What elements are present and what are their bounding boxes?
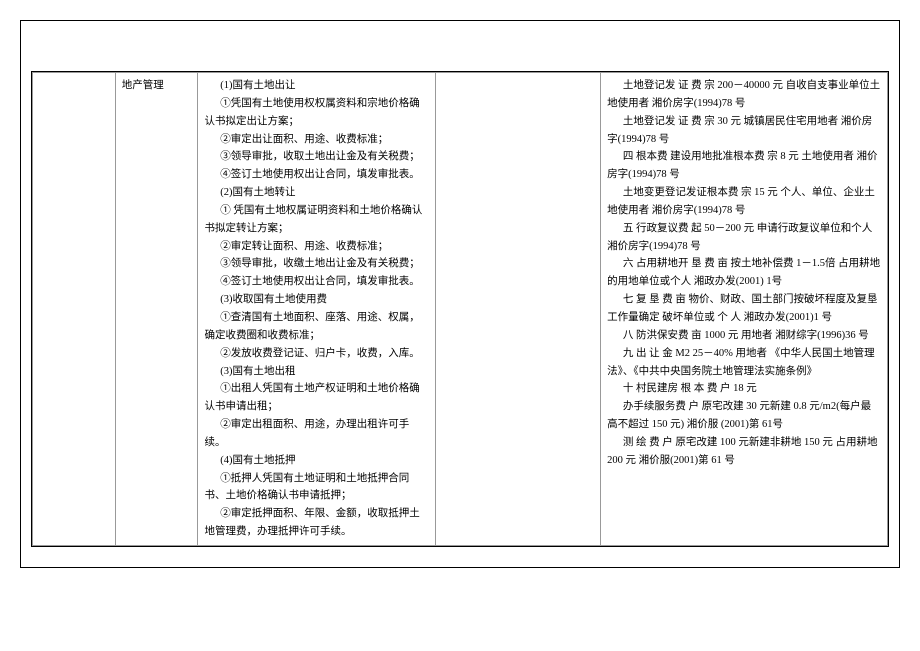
left-content-cell: (1)国有土地出让 ①凭国有土地使用权权属资料和宗地价格确认书拟定出让方案； ②… — [198, 73, 435, 546]
left-item: ① 凭国有土地权属证明资料和土地价格确认书拟定转让方案； — [204, 202, 428, 238]
left-item: ④签订土地使用权出让合同，填发审批表。 — [204, 166, 428, 184]
left-item: ②审定抵押面积、年限、金额，收取抵押土地管理费，办理抵押许可手续。 — [204, 505, 428, 541]
right-item: 土地登记发 证 费 宗 200－40000 元 自收自支事业单位土地使用者 湘价… — [607, 77, 881, 113]
page-outer-frame: 地产管理 (1)国有土地出让 ①凭国有土地使用权权属资料和宗地价格确认书拟定出让… — [20, 20, 900, 568]
empty-cell-1 — [33, 73, 116, 546]
left-item: ①查清国有土地面积、座落、用途、权属，确定收费圈和收费标准； — [204, 309, 428, 345]
page-inner-frame: 地产管理 (1)国有土地出让 ①凭国有土地使用权权属资料和宗地价格确认书拟定出让… — [31, 71, 889, 547]
right-item: 七 复 垦 费 亩 物价、财政、国土部门按破坏程度及复垦工作量确定 破坏单位或 … — [607, 291, 881, 327]
left-item: (2)国有土地转让 — [204, 184, 428, 202]
right-item: 八 防洪保安费 亩 1000 元 用地者 湘财综字(1996)36 号 — [607, 327, 881, 345]
content-table: 地产管理 (1)国有土地出让 ①凭国有土地使用权权属资料和宗地价格确认书拟定出让… — [32, 72, 888, 546]
left-item: (3)收取国有土地使用费 — [204, 291, 428, 309]
right-item: 测 绘 费 户 原宅改建 100 元新建非耕地 150 元 占用耕地 200 元… — [607, 434, 881, 470]
right-item: 办手续服务费 户 原宅改建 30 元新建 0.8 元/m2(每户最高不超过 15… — [607, 398, 881, 434]
right-item: 土地变更登记发证根本费 宗 15 元 个人、单位、企业土地使用者 湘价房字(19… — [607, 184, 881, 220]
left-item: ①抵押人凭国有土地证明和土地抵押合同书、土地价格确认书申请抵押； — [204, 470, 428, 506]
empty-cell-2 — [435, 73, 600, 546]
right-item: 土地登记发 证 费 宗 30 元 城镇居民住宅用地者 湘价房字(1994)78 … — [607, 113, 881, 149]
left-item: ②发放收费登记证、归户卡，收费，入库。 — [204, 345, 428, 363]
right-item: 五 行政复议费 起 50－200 元 申请行政复议单位和个人 湘价房字(1994… — [607, 220, 881, 256]
category-label: 地产管理 — [122, 80, 164, 91]
right-content-cell: 土地登记发 证 费 宗 200－40000 元 自收自支事业单位土地使用者 湘价… — [601, 73, 888, 546]
left-item: ①凭国有土地使用权权属资料和宗地价格确认书拟定出让方案； — [204, 95, 428, 131]
left-item: ③领导审批，收取土地出让金及有关税费； — [204, 148, 428, 166]
left-item: ②审定出租面积、用途，办理出租许可手续。 — [204, 416, 428, 452]
category-cell: 地产管理 — [115, 73, 198, 546]
right-item: 九 出 让 金 M2 25－40% 用地者 《中华人民国土地管理法》、《中共中央… — [607, 345, 881, 381]
left-item: (3)国有土地出租 — [204, 363, 428, 381]
left-item: (1)国有土地出让 — [204, 77, 428, 95]
table-row: 地产管理 (1)国有土地出让 ①凭国有土地使用权权属资料和宗地价格确认书拟定出让… — [33, 73, 888, 546]
left-item: ②审定转让面积、用途、收费标准； — [204, 238, 428, 256]
right-item: 六 占用耕地开 垦 费 亩 按土地补偿费 1－1.5倍 占用耕地的用地单位或个人… — [607, 255, 881, 291]
left-item: ②审定出让面积、用途、收费标准； — [204, 131, 428, 149]
right-item: 四 根本费 建设用地批准根本费 宗 8 元 土地使用者 湘价房字(1994)78… — [607, 148, 881, 184]
left-item: ④签订土地使用权出让合同，填发审批表。 — [204, 273, 428, 291]
left-item: ①出租人凭国有土地产权证明和土地价格确认书申请出租； — [204, 380, 428, 416]
left-item: (4)国有土地抵押 — [204, 452, 428, 470]
left-item: ③领导审批，收缴土地出让金及有关税费； — [204, 255, 428, 273]
right-item: 十 村民建房 根 本 费 户 18 元 — [607, 380, 881, 398]
